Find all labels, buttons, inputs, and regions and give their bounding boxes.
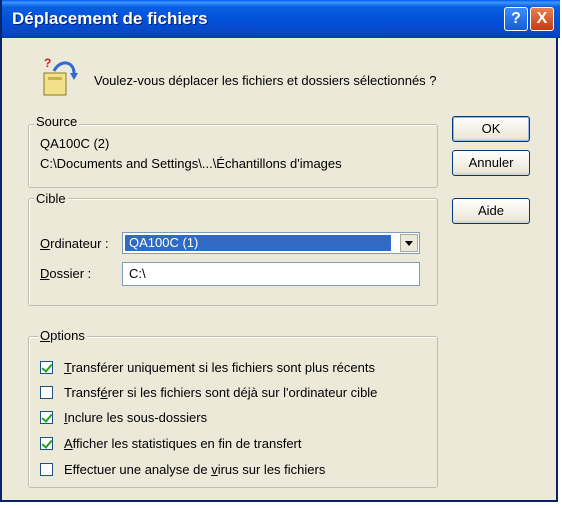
folder-label: Dossier : [40, 266, 92, 281]
confirmation-message: Voulez-vous déplacer les fichiers et dos… [94, 73, 437, 88]
svg-text:?: ? [44, 56, 51, 70]
checkbox[interactable] [40, 411, 53, 424]
help-button[interactable]: Aide [452, 198, 530, 224]
help-icon[interactable]: ? [504, 7, 528, 31]
dialog-window: Déplacement de fichiers ? X ? Voulez-vou… [0, 0, 560, 502]
checkbox[interactable] [40, 437, 53, 450]
source-path: C:\Documents and Settings\...\Échantillo… [40, 156, 342, 171]
computer-select[interactable]: QA100C (1) [122, 232, 420, 254]
target-legend: Cible [34, 191, 68, 206]
cancel-button[interactable]: Annuler [452, 150, 530, 176]
source-legend: Source [34, 114, 80, 129]
checkbox[interactable] [40, 463, 53, 476]
folder-input[interactable]: C:\ [122, 262, 420, 286]
close-icon[interactable]: X [530, 7, 554, 31]
window-title: Déplacement de fichiers [12, 9, 208, 28]
checkbox[interactable] [40, 361, 53, 374]
source-computer: QA100C (2) [40, 136, 110, 151]
ok-button[interactable]: OK [452, 116, 530, 142]
options-legend: Options [38, 328, 87, 343]
move-files-icon: ? [43, 56, 78, 96]
title-bar[interactable]: Déplacement de fichiers ? X [2, 0, 560, 38]
chevron-down-icon[interactable] [400, 234, 418, 252]
checkbox[interactable] [40, 386, 53, 399]
computer-label: Ordinateur : [40, 236, 109, 251]
computer-select-value: QA100C (1) [125, 235, 391, 251]
